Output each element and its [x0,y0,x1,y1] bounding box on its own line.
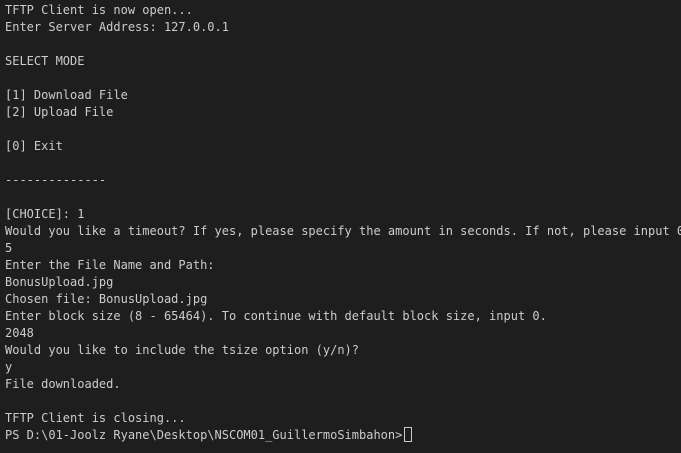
terminal-line: [CHOICE]: 1 [5,207,85,221]
terminal-line: Would you like to include the tsize opti… [5,343,360,357]
terminal-line: Enter block size (8 - 65464). To continu… [5,309,547,323]
terminal-line: 5 [5,241,13,255]
shell-prompt: PS D:\01-Joolz Ryane\Desktop\NSCOM01_Gui… [5,428,403,442]
terminal-line: y [5,360,13,374]
terminal-line: SELECT MODE [5,54,85,68]
terminal-line: Chosen file: BonusUpload.jpg [5,292,208,306]
terminal-line: [1] Download File [5,88,128,102]
terminal-line: File downloaded. [5,377,121,391]
terminal-output[interactable]: TFTP Client is now open... Enter Server … [0,0,681,453]
text-cursor[interactable] [404,427,413,442]
terminal-line: Enter Server Address: 127.0.0.1 [5,20,229,34]
terminal-line: Enter the File Name and Path: [5,258,215,272]
terminal-line: 2048 [5,326,34,340]
terminal-line: [0] Exit [5,139,63,153]
terminal-line: TFTP Client is now open... [5,3,193,17]
terminal-line: [2] Upload File [5,105,114,119]
terminal-line: BonusUpload.jpg [5,275,114,289]
terminal-line: TFTP Client is closing... [5,411,186,425]
terminal-line: Would you like a timeout? If yes, please… [5,224,681,238]
prompt-line[interactable]: PS D:\01-Joolz Ryane\Desktop\NSCOM01_Gui… [5,427,681,444]
terminal-line: -------------- [5,173,107,187]
